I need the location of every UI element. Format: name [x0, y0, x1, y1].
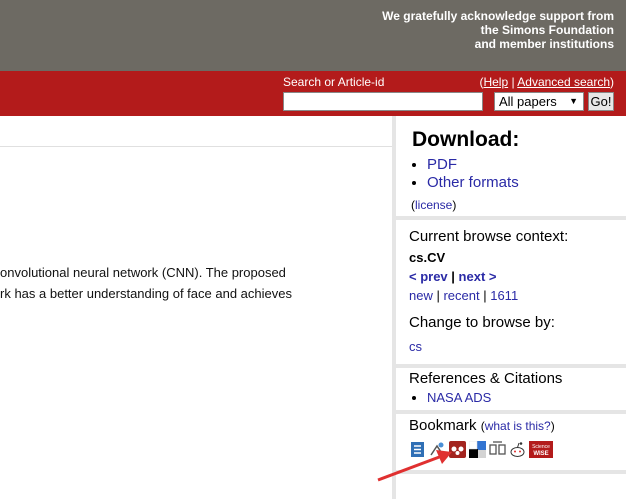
list-item: Other formats: [427, 174, 519, 192]
main-header: [0, 116, 392, 147]
list-item: PDF: [427, 156, 519, 174]
download-list: PDF Other formats: [410, 156, 519, 192]
change-browse-links: cs: [409, 339, 422, 354]
browse-context-title: Current browse context:: [409, 228, 569, 245]
help-links: (Help | Advanced search): [479, 75, 614, 89]
references-section: References & Citations NASA ADS: [396, 368, 626, 414]
references-list: NASA ADS: [410, 390, 491, 405]
abstract-text: onvolutional neural network (CNN). The p…: [0, 265, 292, 301]
download-section: Download: PDF Other formats (license): [396, 116, 626, 220]
browse-category: cs.CV: [409, 250, 446, 265]
acknowledgement-text: We gratefully acknowledge support from t…: [382, 9, 614, 51]
month-link[interactable]: 1611: [490, 288, 518, 303]
change-browse-title: Change to browse by:: [409, 314, 555, 331]
search-label: Search or Article-id: [283, 75, 385, 89]
svg-text:Science: Science: [532, 444, 550, 450]
references-title: References & Citations: [409, 370, 563, 387]
go-button[interactable]: Go!: [588, 92, 614, 111]
search-scope-select[interactable]: All papers ▼: [494, 92, 584, 111]
reddit-icon[interactable]: [509, 441, 526, 458]
other-formats-link[interactable]: Other formats: [427, 174, 519, 191]
nasa-ads-link[interactable]: NASA ADS: [427, 390, 491, 405]
what-is-this-link[interactable]: what is this?: [485, 419, 551, 433]
cs-link[interactable]: cs: [409, 339, 422, 354]
license-line: (license): [411, 198, 457, 212]
digg-icon[interactable]: [489, 441, 506, 458]
help-link[interactable]: Help: [483, 75, 508, 89]
recent-link[interactable]: recent: [443, 288, 479, 303]
search-input[interactable]: [283, 92, 483, 111]
bookmark-title: Bookmark (what is this?): [409, 417, 555, 434]
annotation-arrow-icon: [377, 450, 452, 482]
delicious-icon[interactable]: [468, 440, 486, 458]
license-link[interactable]: license: [415, 198, 452, 212]
prev-link[interactable]: < prev: [409, 269, 448, 284]
list-item: NASA ADS: [427, 390, 491, 405]
browse-nav: < prev | next >: [409, 269, 497, 284]
sciencewise-icon[interactable]: Science WISE: [529, 441, 553, 458]
browse-context-section: Current browse context: cs.CV < prev | n…: [396, 220, 626, 368]
svg-text:WISE: WISE: [533, 451, 548, 457]
pdf-link[interactable]: PDF: [427, 156, 457, 173]
new-link[interactable]: new: [409, 288, 433, 303]
download-title: Download:: [412, 128, 520, 151]
browse-links: new | recent | 1611: [409, 288, 519, 303]
chevron-down-icon: ▼: [569, 96, 578, 106]
advanced-search-link[interactable]: Advanced search: [517, 75, 610, 89]
header-bar: We gratefully acknowledge support from t…: [0, 0, 626, 71]
next-link[interactable]: next >: [459, 269, 497, 284]
